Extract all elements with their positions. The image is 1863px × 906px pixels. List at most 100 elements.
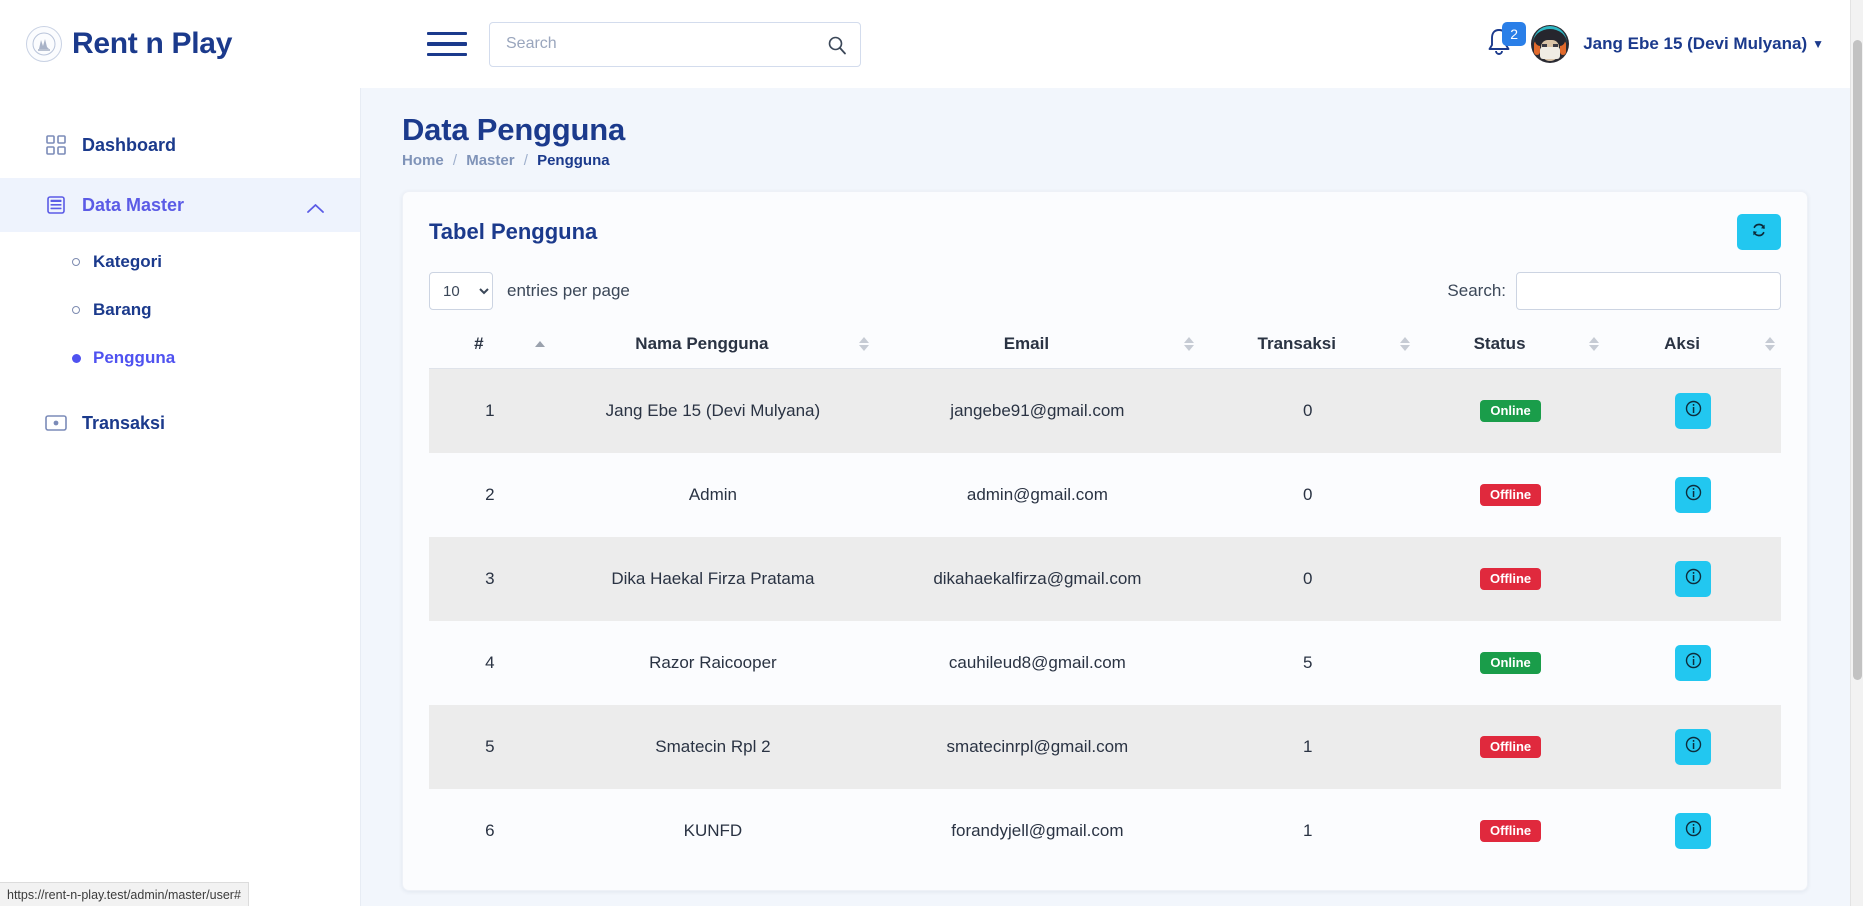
cell-aksi <box>1605 789 1781 873</box>
column-header-no[interactable]: # <box>429 328 551 369</box>
sidebar-item-pengguna[interactable]: Pengguna <box>0 334 360 382</box>
avatar[interactable] <box>1531 25 1569 63</box>
table-header-row: # Nama Pengguna <box>429 328 1781 369</box>
status-badge: Online <box>1480 400 1540 422</box>
detail-button[interactable] <box>1675 393 1711 429</box>
column-label: Nama Pengguna <box>551 334 853 354</box>
brand-name: Rent n Play <box>72 27 232 61</box>
column-label: Status <box>1416 334 1583 354</box>
cell-nama-pengguna: Smatecin Rpl 2 <box>551 705 875 789</box>
cell-status: Offline <box>1416 453 1605 537</box>
sidebar-item-label: Transaksi <box>82 413 165 434</box>
cell-nama-pengguna: Admin <box>551 453 875 537</box>
search-icon[interactable] <box>827 35 847 60</box>
sidebar-item-barang[interactable]: Barang <box>0 286 360 334</box>
cell-no: 3 <box>429 537 551 621</box>
entries-per-page-select[interactable]: 102550100 <box>429 272 493 310</box>
cell-transaksi: 0 <box>1200 537 1416 621</box>
column-header-aksi[interactable]: Aksi <box>1605 328 1781 369</box>
column-header-nama-pengguna[interactable]: Nama Pengguna <box>551 328 875 369</box>
detail-button[interactable] <box>1675 813 1711 849</box>
cell-aksi <box>1605 621 1781 705</box>
table-row[interactable]: 4Razor Raicoopercauhileud8@gmail.com5Onl… <box>429 621 1781 705</box>
table-row[interactable]: 2Adminadmin@gmail.com0Offline <box>429 453 1781 537</box>
sidebar-subitem-label: Kategori <box>93 252 162 272</box>
cell-no: 5 <box>429 705 551 789</box>
cell-no: 6 <box>429 789 551 873</box>
status-badge: Offline <box>1480 568 1541 590</box>
cell-nama-pengguna: Jang Ebe 15 (Devi Mulyana) <box>551 369 875 454</box>
column-header-status[interactable]: Status <box>1416 328 1605 369</box>
cell-aksi <box>1605 453 1781 537</box>
chevron-up-icon[interactable] <box>307 198 324 219</box>
user-menu[interactable]: Jang Ebe 15 (Devi Mulyana) ▼ <box>1583 34 1824 54</box>
sort-arrows-icon <box>1759 337 1781 351</box>
scrollbar-thumb[interactable] <box>1853 40 1862 680</box>
cell-aksi <box>1605 537 1781 621</box>
cell-status: Offline <box>1416 789 1605 873</box>
info-circle-icon <box>1685 820 1702 842</box>
table-row[interactable]: 6KUNFDforandyjell@gmail.com1 Offline <box>429 789 1781 873</box>
refresh-icon <box>1751 222 1767 242</box>
cell-status: Online <box>1416 621 1605 705</box>
cell-transaksi: 0 <box>1200 453 1416 537</box>
column-header-transaksi[interactable]: Transaksi <box>1200 328 1416 369</box>
breadcrumb-master[interactable]: Master <box>466 152 514 169</box>
detail-button[interactable] <box>1675 729 1711 765</box>
page-scrollbar[interactable] <box>1850 0 1863 906</box>
notifications-button[interactable]: 2 <box>1483 25 1517 63</box>
users-table: # Nama Pengguna <box>429 328 1781 873</box>
entries-per-page-label: entries per page <box>507 281 630 301</box>
cell-nama-pengguna: Razor Raicooper <box>551 621 875 705</box>
cell-no: 2 <box>429 453 551 537</box>
info-circle-icon <box>1685 400 1702 422</box>
breadcrumb-current: Pengguna <box>537 152 610 169</box>
sort-arrows-icon <box>1394 337 1416 351</box>
breadcrumb-separator: / <box>453 152 457 169</box>
search-input[interactable] <box>489 22 861 67</box>
column-header-email[interactable]: Email <box>875 328 1199 369</box>
top-right-cluster: 2 Jang Ebe 15 (Devi Mulyana) ▼ <box>1483 25 1850 63</box>
cell-status: Offline <box>1416 705 1605 789</box>
sidebar-item-data-master[interactable]: Data Master <box>0 178 360 232</box>
cell-no: 4 <box>429 621 551 705</box>
cell-nama-pengguna: KUNFD <box>551 789 875 873</box>
sidebar-item-kategori[interactable]: Kategori <box>0 238 360 286</box>
user-name-label: Jang Ebe 15 (Devi Mulyana) <box>1583 34 1807 54</box>
brand[interactable]: Rent n Play <box>0 26 415 62</box>
caret-down-icon: ▼ <box>1812 37 1824 51</box>
refresh-button[interactable] <box>1737 214 1781 250</box>
cell-email: forandyjell@gmail.com <box>875 789 1199 873</box>
cell-transaksi: 1 <box>1200 789 1416 873</box>
hamburger-icon[interactable] <box>427 27 467 61</box>
card-title: Tabel Pengguna <box>429 219 597 245</box>
cell-email: smatecinrpl@gmail.com <box>875 705 1199 789</box>
sort-arrows-icon <box>1583 337 1605 351</box>
table-row[interactable]: 1Jang Ebe 15 (Devi Mulyana)jangebe91@gma… <box>429 369 1781 454</box>
table-row[interactable]: 3Dika Haekal Firza Pratamadikahaekalfirz… <box>429 537 1781 621</box>
info-circle-icon <box>1685 652 1702 674</box>
cell-email: admin@gmail.com <box>875 453 1199 537</box>
table-search-input[interactable] <box>1516 272 1781 310</box>
cell-transaksi: 5 <box>1200 621 1416 705</box>
sidebar-item-dashboard[interactable]: Dashboard <box>0 118 360 172</box>
grid-squares-icon <box>44 133 68 157</box>
page-title: Data Pengguna <box>360 88 1850 148</box>
card-header: Tabel Pengguna <box>403 192 1807 250</box>
table-row[interactable]: 5Smatecin Rpl 2smatecinrpl@gmail.com1Off… <box>429 705 1781 789</box>
cell-email: jangebe91@gmail.com <box>875 369 1199 454</box>
info-circle-icon <box>1685 568 1702 590</box>
status-badge: Online <box>1480 652 1540 674</box>
breadcrumb: Home / Master / Pengguna <box>360 148 1850 169</box>
breadcrumb-home[interactable]: Home <box>402 152 444 169</box>
column-label: Aksi <box>1605 334 1759 354</box>
global-search <box>489 22 861 67</box>
detail-button[interactable] <box>1675 645 1711 681</box>
detail-button[interactable] <box>1675 477 1711 513</box>
status-badge: Offline <box>1480 736 1541 758</box>
cell-transaksi: 0 <box>1200 369 1416 454</box>
cell-status: Online <box>1416 369 1605 454</box>
detail-button[interactable] <box>1675 561 1711 597</box>
sidebar-item-transaksi[interactable]: Transaksi <box>0 396 360 450</box>
status-badge: Offline <box>1480 820 1541 842</box>
